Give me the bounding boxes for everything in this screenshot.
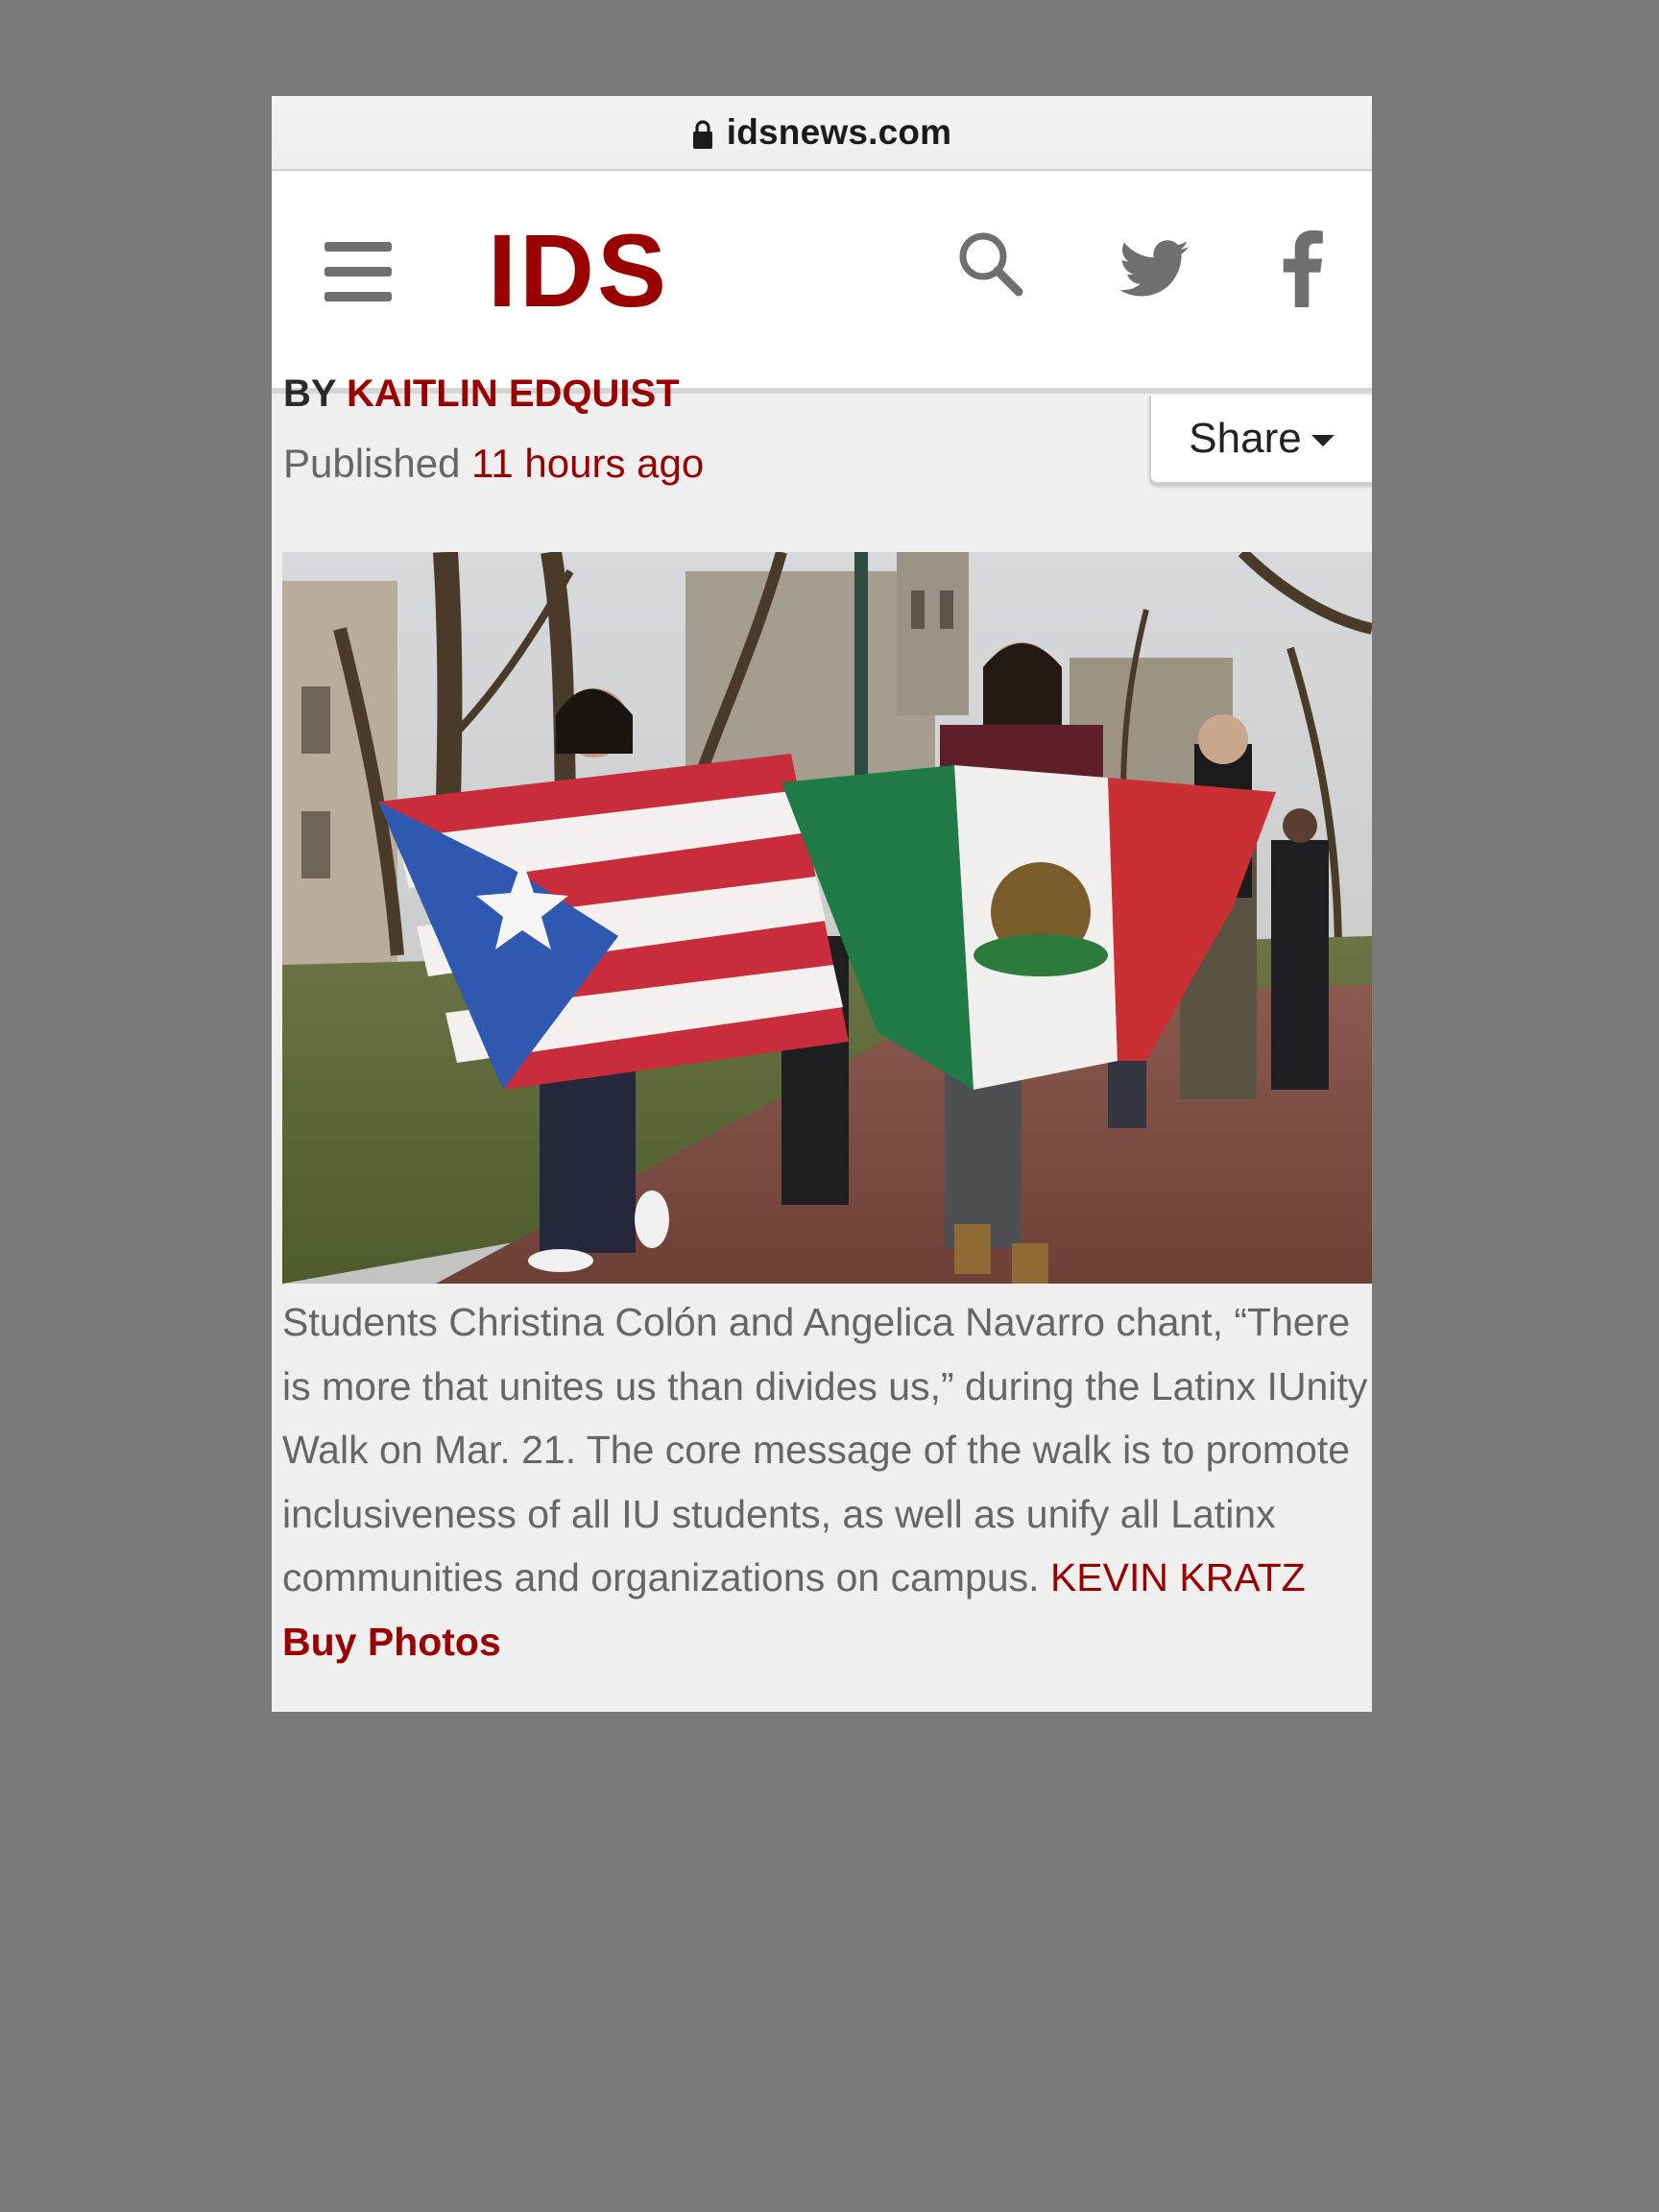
twitter-icon[interactable] bbox=[1119, 238, 1189, 300]
facebook-icon[interactable] bbox=[1280, 230, 1324, 307]
share-label: Share bbox=[1189, 415, 1302, 462]
author-link[interactable]: KAITLIN EDQUIST bbox=[347, 373, 680, 415]
site-header: IDS bbox=[272, 171, 1372, 394]
article-photo[interactable] bbox=[282, 552, 1372, 1284]
phone-viewport: idsnews.com IDS BY KAITLIN EDQUIST Publi… bbox=[272, 96, 1372, 1712]
photo-credit[interactable]: KEVIN KRATZ bbox=[1050, 1555, 1306, 1599]
photo-caption: Students Christina Colón and Angelica Na… bbox=[282, 1290, 1372, 1673]
byline-prefix: BY bbox=[283, 373, 336, 415]
byline: BY KAITLIN EDQUIST bbox=[283, 374, 680, 413]
lock-icon bbox=[692, 120, 712, 149]
search-icon[interactable] bbox=[957, 230, 1024, 298]
site-logo[interactable]: IDS bbox=[488, 219, 669, 323]
buy-photos-link[interactable]: Buy Photos bbox=[282, 1620, 501, 1664]
published-label: Published bbox=[283, 441, 461, 486]
published-time: 11 hours ago bbox=[471, 441, 705, 486]
browser-url-bar[interactable]: idsnews.com bbox=[272, 96, 1372, 171]
published-info: Published 11 hours ago bbox=[283, 444, 704, 484]
share-button[interactable]: Share bbox=[1149, 396, 1372, 484]
menu-icon[interactable] bbox=[325, 242, 392, 301]
url-domain: idsnews.com bbox=[726, 112, 952, 152]
caret-down-icon bbox=[1310, 435, 1334, 446]
